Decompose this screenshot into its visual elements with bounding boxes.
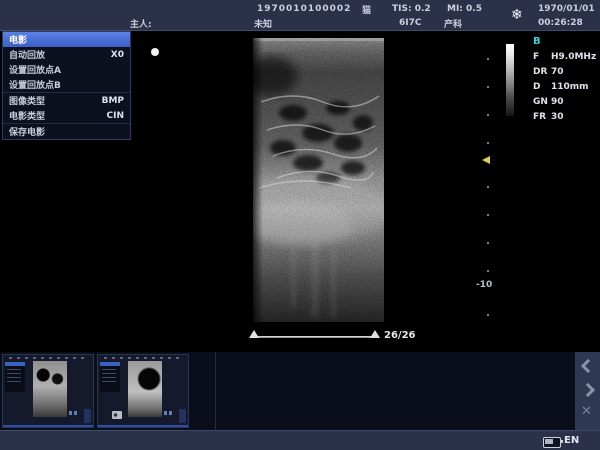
- thumb-mini-infobox: [5, 362, 25, 392]
- cine-start-marker[interactable]: [249, 330, 259, 338]
- species-label: 猫: [362, 3, 371, 16]
- grayscale-map-bar: [506, 44, 514, 116]
- thumb-mini-image: [33, 361, 67, 417]
- patient-id: 1970010100002: [257, 4, 351, 14]
- menu-item-cine-type[interactable]: 电影类型 CIN: [3, 108, 130, 124]
- imaging-mode-label: B: [533, 36, 541, 47]
- menu-item-cine[interactable]: 电影: [3, 32, 130, 47]
- param-dynamic-range: DR 70: [533, 67, 593, 77]
- focus-position-icon[interactable]: [482, 156, 490, 164]
- freeze-snowflake-icon: ❄: [511, 7, 523, 23]
- chevron-right-icon[interactable]: [581, 383, 595, 397]
- date-label: 1970/01/01: [538, 4, 595, 14]
- depth-tick: [487, 86, 489, 88]
- probe-model: 6I7C: [399, 18, 421, 28]
- thumb-mini-navbox: [179, 409, 186, 423]
- depth-tick: [487, 214, 489, 216]
- depth-tick: [487, 142, 489, 144]
- thumb-mini-bottombar: [98, 425, 188, 427]
- depth-tick: [487, 270, 489, 272]
- thumb-mini-infobox: [100, 362, 120, 392]
- chevron-left-icon[interactable]: [581, 359, 595, 373]
- tis-value: TIS: 0.2: [392, 4, 431, 14]
- depth-tick: [487, 58, 489, 60]
- menu-item-set-replay-point-b[interactable]: 设置回放点B: [3, 77, 130, 93]
- depth-scale-label: -10: [476, 280, 492, 290]
- battery-icon: [543, 437, 561, 448]
- depth-tick: [487, 242, 489, 244]
- thumb-mini-image: [128, 361, 162, 417]
- thumbnail-nav-panel: ✕: [575, 352, 600, 430]
- menu-item-set-replay-point-a[interactable]: 设置回放点A: [3, 62, 130, 77]
- thumb-mini-bottombar: [3, 425, 93, 427]
- param-gain: GN 90: [533, 97, 593, 107]
- thumbnail-strip: [0, 352, 600, 430]
- depth-tick: [487, 114, 489, 116]
- language-indicator: EN: [564, 435, 579, 446]
- thumb-mini-topbar: [9, 357, 89, 359]
- param-depth: D 110mm: [533, 82, 593, 92]
- ultrasound-b-mode-image: [253, 38, 384, 322]
- thumbnail-item-1[interactable]: [2, 354, 94, 428]
- thumb-mini-marks: [69, 411, 79, 415]
- exam-preset: 产科: [444, 17, 462, 30]
- probe-orientation-marker: [151, 48, 159, 56]
- thumb-mini-marks: [164, 411, 174, 415]
- thumb-mini-topbar: [104, 357, 184, 359]
- close-x-icon[interactable]: ✕: [581, 404, 592, 419]
- param-frame-rate: FR 30: [533, 112, 593, 122]
- thumb-mini-navbox: [84, 409, 91, 423]
- param-frequency: F H9.0MHz: [533, 52, 593, 62]
- cine-context-menu: 电影 自动回放 X0 设置回放点A 设置回放点B 图像类型 BMP 电影类型 C…: [2, 31, 131, 140]
- menu-item-image-type[interactable]: 图像类型 BMP: [3, 93, 130, 108]
- thumbnail-cell-divider: [215, 352, 216, 430]
- mi-value: MI: 0.5: [447, 4, 482, 14]
- menu-item-save-cine[interactable]: 保存电影: [3, 124, 130, 139]
- exam-timer: 00:26:28: [538, 18, 583, 28]
- thumbnail-item-2[interactable]: [97, 354, 189, 428]
- cine-position-marker[interactable]: [370, 330, 380, 338]
- top-status-bar: 1970010100002 猫 TIS: 0.2 MI: 0.5 ❄ 1970/…: [0, 0, 600, 31]
- ultrasound-app-screen: 1970010100002 猫 TIS: 0.2 MI: 0.5 ❄ 1970/…: [0, 0, 600, 450]
- owner-value: 未知: [254, 17, 272, 30]
- cine-clip-badge-icon: [112, 411, 122, 419]
- owner-label: 主人:: [130, 17, 152, 30]
- depth-tick: [487, 314, 489, 316]
- menu-item-auto-replay[interactable]: 自动回放 X0: [3, 47, 130, 62]
- cine-progress-bar[interactable]: [256, 336, 378, 338]
- depth-tick: [487, 186, 489, 188]
- bottom-status-bar: EN: [0, 430, 600, 450]
- frame-counter: 26/26: [384, 330, 415, 341]
